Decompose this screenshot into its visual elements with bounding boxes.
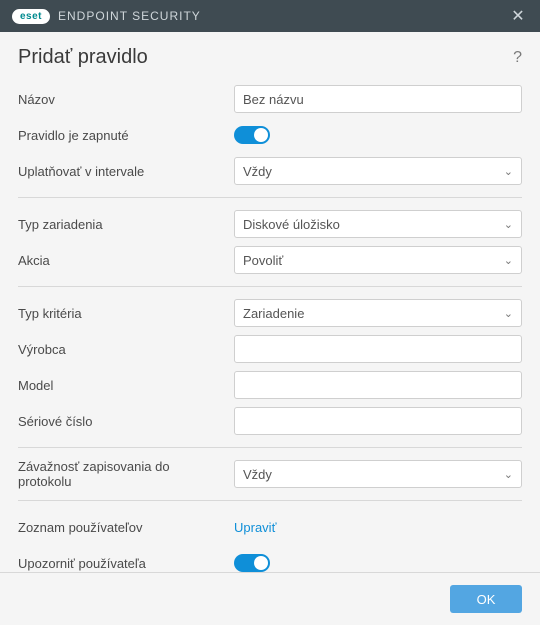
help-icon[interactable]: ? [513, 49, 522, 67]
action-label: Akcia [18, 253, 234, 268]
serial-input[interactable] [234, 407, 522, 435]
criteria-type-label: Typ kritéria [18, 306, 234, 321]
content-area: Pridať pravidlo ? Názov Pravidlo je zapn… [0, 32, 540, 579]
log-severity-value: Vždy [243, 467, 272, 482]
model-input[interactable] [234, 371, 522, 399]
interval-value: Vždy [243, 164, 272, 179]
chevron-down-icon: ⌄ [504, 468, 513, 481]
chevron-down-icon: ⌄ [504, 165, 513, 178]
chevron-down-icon: ⌄ [504, 307, 513, 320]
serial-label: Sériové číslo [18, 414, 234, 429]
action-select[interactable]: Povoliť ⌄ [234, 246, 522, 274]
name-input[interactable] [234, 85, 522, 113]
divider [18, 197, 522, 198]
product-name: ENDPOINT SECURITY [58, 9, 506, 23]
chevron-down-icon: ⌄ [504, 218, 513, 231]
enabled-toggle[interactable] [234, 126, 270, 144]
ok-button[interactable]: OK [450, 585, 522, 613]
model-label: Model [18, 378, 234, 393]
enabled-label: Pravidlo je zapnuté [18, 128, 234, 143]
page-title: Pridať pravidlo [18, 46, 148, 69]
close-icon[interactable]: ✕ [506, 6, 530, 26]
divider [18, 286, 522, 287]
device-type-label: Typ zariadenia [18, 217, 234, 232]
footer: OK [0, 572, 540, 625]
interval-label: Uplatňovať v intervale [18, 164, 234, 179]
titlebar: eset ENDPOINT SECURITY ✕ [0, 0, 540, 32]
notify-user-toggle[interactable] [234, 554, 270, 572]
device-type-value: Diskové úložisko [243, 217, 340, 232]
divider [18, 447, 522, 448]
chevron-down-icon: ⌄ [504, 254, 513, 267]
name-label: Názov [18, 92, 234, 107]
user-list-label: Zoznam používateľov [18, 520, 234, 535]
log-severity-select[interactable]: Vždy ⌄ [234, 460, 522, 488]
divider [18, 500, 522, 501]
criteria-type-value: Zariadenie [243, 306, 304, 321]
vendor-input[interactable] [234, 335, 522, 363]
notify-user-label: Upozorniť používateľa [18, 556, 234, 571]
user-list-edit-link[interactable]: Upraviť [234, 520, 276, 535]
brand-logo: eset [12, 9, 50, 24]
device-type-select[interactable]: Diskové úložisko ⌄ [234, 210, 522, 238]
action-value: Povoliť [243, 253, 283, 268]
log-severity-label: Závažnosť zapisovania do protokolu [18, 459, 234, 489]
interval-select[interactable]: Vždy ⌄ [234, 157, 522, 185]
criteria-type-select[interactable]: Zariadenie ⌄ [234, 299, 522, 327]
vendor-label: Výrobca [18, 342, 234, 357]
